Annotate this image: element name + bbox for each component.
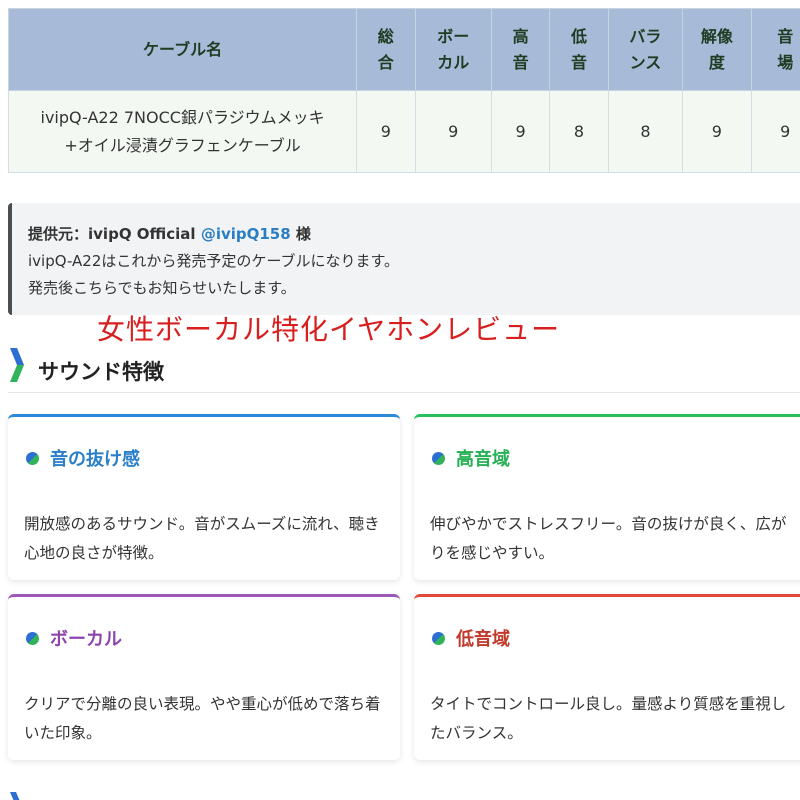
provider-name: ivipQ Official bbox=[88, 225, 196, 243]
header-balance: バランス bbox=[607, 8, 684, 91]
cable-name-line1: ivipQ-A22 7NOCC銀パラジウムメッキ bbox=[40, 107, 325, 127]
feature-card-clarity: 音の抜け感 開放感のあるサウンド。音がスムーズに流れ、聴き心地の良さが特徴。 bbox=[8, 414, 400, 580]
header-treble: 高音 bbox=[490, 8, 551, 91]
chevron-right-icon bbox=[10, 348, 24, 382]
score-balance: 8 bbox=[607, 90, 684, 173]
header-cable-name: ケーブル名 bbox=[7, 8, 358, 91]
bullet-dot-icon bbox=[26, 631, 39, 645]
card-title-text: 低音域 bbox=[456, 629, 510, 650]
score-treble: 9 bbox=[490, 90, 551, 173]
card-description: タイトでコントロール良し。量感より質感を重視したバランス。 bbox=[430, 695, 787, 742]
header-vocal: ボーカル bbox=[414, 8, 492, 91]
card-title: 音の抜け感 bbox=[26, 445, 140, 471]
provider-credit: 提供元：ivipQ Official @ivipQ158 様 bbox=[28, 221, 792, 248]
card-title: 低音域 bbox=[432, 625, 510, 651]
score-resolution: 9 bbox=[682, 90, 752, 173]
header-bass: 低音 bbox=[549, 8, 609, 91]
header-soundstage: 音場 bbox=[750, 8, 800, 91]
header-overall: 総合 bbox=[356, 8, 416, 91]
table-row: ivipQ-A22 7NOCC銀パラジウムメッキ +オイル浸漬グラフェンケーブル… bbox=[7, 90, 800, 173]
table-header-row: ケーブル名 総合 ボーカル 高音 低音 バランス 解像度 音場 bbox=[7, 8, 800, 91]
score-vocal: 9 bbox=[414, 90, 492, 173]
cable-name-cell: ivipQ-A22 7NOCC銀パラジウムメッキ +オイル浸漬グラフェンケーブル bbox=[7, 90, 358, 173]
score-soundstage: 9 bbox=[750, 90, 800, 173]
provider-note-line1: ivipQ-A22はこれから発売予定のケーブルになります。 bbox=[28, 252, 399, 270]
provider-handle-link[interactable]: @ivipQ158 bbox=[201, 225, 291, 243]
section-heading: サウンド特徴 bbox=[8, 346, 800, 393]
card-description: 伸びやかでストレスフリー。音の抜けが良く、広がりを感じやすい。 bbox=[430, 515, 787, 562]
site-watermark: 女性ボーカル特化イヤホンレビュー bbox=[97, 313, 561, 346]
card-title: ボーカル bbox=[26, 625, 122, 651]
provider-label: 提供元： bbox=[28, 225, 89, 243]
feature-card-treble: 高音域 伸びやかでストレスフリー。音の抜けが良く、広がりを感じやすい。 bbox=[414, 414, 800, 580]
section-title: サウンド特徴 bbox=[38, 360, 164, 384]
score-bass: 8 bbox=[549, 90, 609, 173]
feature-card-bass: 低音域 タイトでコントロール良し。量感より質感を重視したバランス。 bbox=[414, 594, 800, 760]
cable-score-table: ケーブル名 総合 ボーカル 高音 低音 バランス 解像度 音場 ivipQ-A2… bbox=[7, 8, 800, 173]
bullet-dot-icon bbox=[432, 451, 445, 465]
card-title-text: ボーカル bbox=[50, 629, 122, 650]
chevron-right-icon bbox=[10, 792, 20, 800]
bullet-dot-icon bbox=[26, 451, 39, 465]
card-title-text: 音の抜け感 bbox=[50, 449, 140, 470]
score-overall: 9 bbox=[356, 90, 416, 173]
bullet-dot-icon bbox=[432, 631, 445, 645]
card-description: 開放感のあるサウンド。音がスムーズに流れ、聴き心地の良さが特徴。 bbox=[24, 515, 380, 562]
provider-honorific: 様 bbox=[295, 225, 311, 243]
feature-card-vocal: ボーカル クリアで分離の良い表現。やや重心が低めで落ち着いた印象。 bbox=[8, 594, 400, 760]
provider-note-line2: 発売後こちらでもお知らせいたします。 bbox=[28, 279, 296, 297]
card-title-text: 高音域 bbox=[456, 449, 510, 470]
card-title: 高音域 bbox=[432, 445, 510, 471]
card-description: クリアで分離の良い表現。やや重心が低めで落ち着いた印象。 bbox=[24, 695, 381, 742]
cable-name-line2: +オイル浸漬グラフェンケーブル bbox=[64, 135, 301, 155]
header-resolution: 解像度 bbox=[682, 8, 752, 91]
provider-notice: 提供元：ivipQ Official @ivipQ158 様 ivipQ-A22… bbox=[8, 203, 800, 315]
